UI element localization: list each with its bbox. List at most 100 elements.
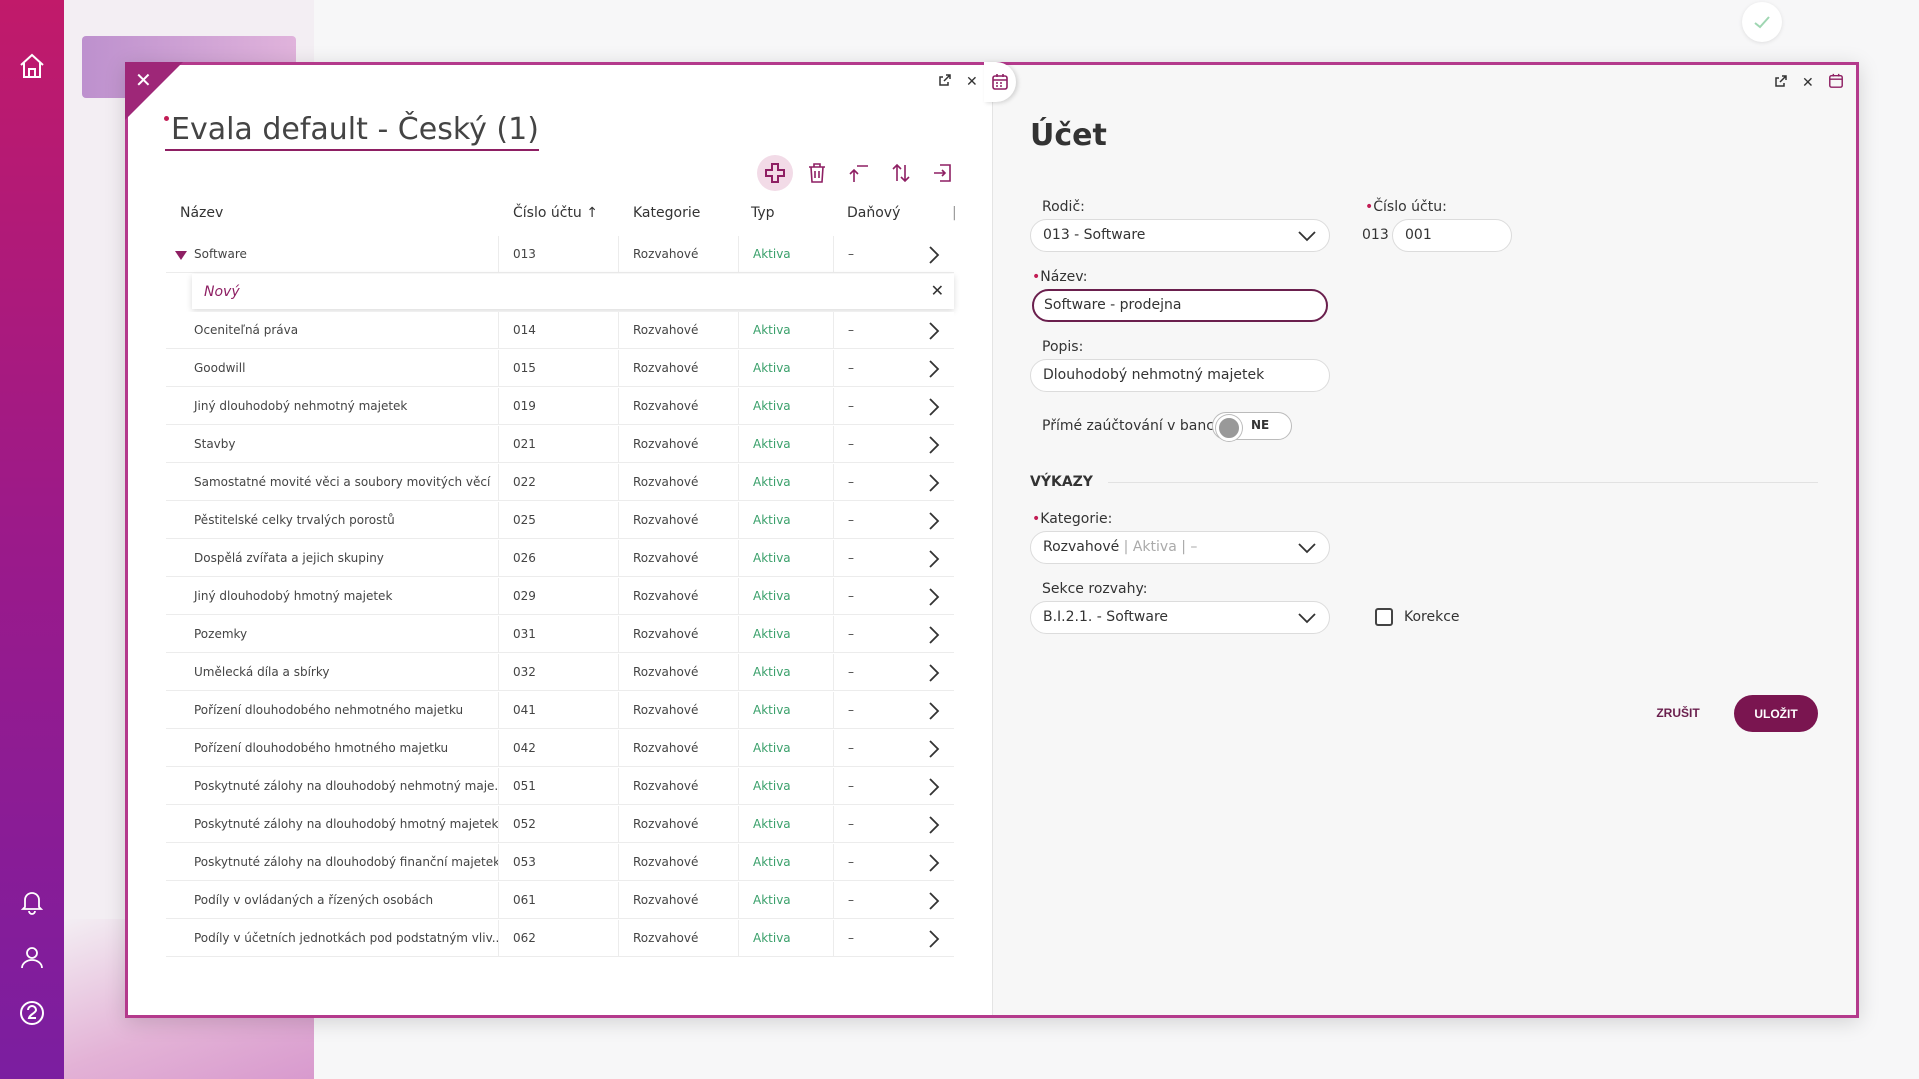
chevron-right-icon[interactable] [924, 321, 944, 341]
table-row[interactable]: Podíly v účetních jednotkách pod podstat… [166, 920, 954, 957]
account-number-label-wrap: •Číslo účtu: [1365, 199, 1447, 215]
home-icon[interactable] [16, 50, 48, 82]
cell-number: 013 [499, 236, 619, 273]
column-header-tax[interactable]: Daňový [847, 205, 900, 221]
chevron-right-icon[interactable] [924, 701, 944, 721]
column-header-number[interactable]: Číslo účtu ↑ [513, 205, 598, 221]
close-corner[interactable] [125, 62, 183, 120]
open-external-icon[interactable] [1774, 74, 1788, 92]
cell-type: Aktiva [739, 692, 834, 729]
page-title[interactable]: Evala default - Český (1) [165, 112, 539, 151]
table-row[interactable]: Pořízení dlouhodobého hmotného majetku 04… [166, 730, 954, 767]
bell-icon[interactable] [16, 886, 48, 918]
table-row[interactable]: Samostatné movité věci a soubory movitýc… [166, 464, 954, 501]
cell-name: Jiný dlouhodobý hmotný majetek [166, 578, 499, 615]
section-divider [1108, 482, 1818, 483]
cell-name: Poskytnuté zálohy na dlouhodobý nehmotný… [166, 768, 499, 805]
column-header-type[interactable]: Typ [751, 205, 775, 221]
column-resize-handle[interactable]: | [952, 205, 957, 221]
chevron-right-icon[interactable] [924, 511, 944, 531]
page-title-wrap: Evala default - Český (1) [165, 112, 539, 151]
close-icon[interactable]: ✕ [135, 68, 152, 92]
cancel-button[interactable]: ZRUŠIT [1645, 695, 1711, 731]
account-number-input[interactable]: 001 [1392, 219, 1512, 252]
chevron-right-icon[interactable] [924, 245, 944, 265]
cell-type: Aktiva [739, 540, 834, 577]
table-row[interactable]: Pořízení dlouhodobého nehmotného majetku… [166, 692, 954, 729]
table-row[interactable]: Goodwill 015 Rozvahové Aktiva – [166, 350, 954, 387]
description-label: Popis: [1042, 339, 1084, 355]
chevron-right-icon[interactable] [924, 435, 944, 455]
plus-icon[interactable] [757, 155, 793, 191]
save-button[interactable]: ULOŽIT [1734, 695, 1818, 732]
cell-tax: – [848, 779, 854, 793]
cell-category: Rozvahové [619, 844, 739, 881]
sort-icon[interactable] [883, 155, 919, 191]
correction-checkbox[interactable] [1375, 608, 1393, 626]
name-value: Software - prodejna [1044, 297, 1182, 313]
table-row[interactable]: Pěstitelské celky trvalých porostů 025 Roz… [166, 502, 954, 539]
table-row[interactable]: Oceniteľná práva 014 Rozvahové Aktiva – [166, 312, 954, 349]
table-row[interactable]: Podíly v ovládaných a řízených osobách 06… [166, 882, 954, 919]
table-row[interactable]: Dospělá zvířata a jejich skupiny 026 Rozva… [166, 540, 954, 577]
cell-name: Samostatné movité věci a soubory movitýc… [166, 464, 499, 501]
table-row[interactable]: Jiný dlouhodobý nehmotný majetek 019 Rozva… [166, 388, 954, 425]
cell-name: Podíly v účetních jednotkách pod podstat… [166, 920, 499, 957]
arrow-top-icon[interactable] [841, 155, 877, 191]
toggle-knob [1216, 415, 1242, 441]
table-row[interactable]: Umělecká díla a sbírky 032 Rozvahové Aktiva… [166, 654, 954, 691]
table-row[interactable]: Jiný dlouhodobý hmotný majetek 029 Rozvaho… [166, 578, 954, 615]
right-window-tools: ✕ [1774, 73, 1844, 93]
cell-type: Aktiva [739, 844, 834, 881]
chevron-right-icon[interactable] [924, 777, 944, 797]
chevron-right-icon[interactable] [924, 397, 944, 417]
name-input[interactable]: Software - prodejna [1032, 289, 1328, 322]
parent-select[interactable]: 013 - Software [1030, 219, 1330, 252]
chevron-right-icon[interactable] [924, 739, 944, 759]
chevron-right-icon[interactable] [924, 549, 944, 569]
close-icon[interactable]: ✕ [966, 74, 978, 90]
chevron-right-icon[interactable] [924, 853, 944, 873]
new-row[interactable]: Nový ✕ [192, 274, 954, 309]
correction-label: Korekce [1404, 609, 1460, 625]
direct-posting-toggle[interactable]: NE [1212, 412, 1292, 441]
cell-tax: – [848, 247, 854, 261]
category-select[interactable]: Rozvahové | Aktiva | – [1030, 531, 1330, 564]
description-input[interactable]: Dlouhodobý nehmotný majetek [1030, 359, 1330, 392]
chevron-right-icon[interactable] [924, 663, 944, 683]
chevron-down-icon [1298, 543, 1316, 554]
check-icon [1742, 2, 1782, 42]
user-icon[interactable] [16, 941, 48, 973]
table-row[interactable]: Pozemky 031 Rozvahové Aktiva – [166, 616, 954, 653]
cell-category: Rozvahové [619, 692, 739, 729]
chevron-right-icon[interactable] [924, 473, 944, 493]
balance-section-select[interactable]: B.I.2.1. - Software [1030, 601, 1330, 634]
export-icon[interactable] [925, 155, 961, 191]
cell-name: Pořízení dlouhodobého hmotného majetku [166, 730, 499, 767]
row-container: Oceniteľná práva 014 Rozvahové Aktiva – Goodw… [166, 312, 954, 957]
chevron-right-icon[interactable] [924, 625, 944, 645]
chevron-right-icon[interactable] [924, 815, 944, 835]
cell-name: Software [166, 236, 499, 273]
chevron-right-icon[interactable] [924, 587, 944, 607]
chevron-right-icon[interactable] [924, 929, 944, 949]
trash-icon[interactable] [799, 155, 835, 191]
help-icon[interactable] [16, 997, 48, 1029]
chevron-right-icon[interactable] [924, 891, 944, 911]
table-row[interactable]: Software 013 Rozvahové Aktiva – [166, 236, 954, 273]
close-icon[interactable]: ✕ [931, 281, 944, 300]
table-row[interactable]: Stavby 021 Rozvahové Aktiva – [166, 426, 954, 463]
table-row[interactable]: Poskytnuté zálohy na dlouhodobý finanční… [166, 844, 954, 881]
open-external-icon[interactable] [938, 73, 952, 91]
name-label-wrap: •Název: [1032, 269, 1088, 285]
column-header-name[interactable]: Název [180, 205, 223, 221]
close-icon[interactable]: ✕ [1802, 75, 1814, 91]
cell-tax: – [848, 741, 854, 755]
column-header-category[interactable]: Kategorie [633, 205, 700, 221]
cell-type: Aktiva [739, 502, 834, 539]
cell-tax: – [848, 893, 854, 907]
table-row[interactable]: Poskytnuté zálohy na dlouhodobý nehmotný… [166, 768, 954, 805]
chevron-right-icon[interactable] [924, 359, 944, 379]
table-row[interactable]: Poskytnuté zálohy na dlouhodobý hmotný m… [166, 806, 954, 843]
calendar-icon[interactable] [1828, 73, 1844, 93]
